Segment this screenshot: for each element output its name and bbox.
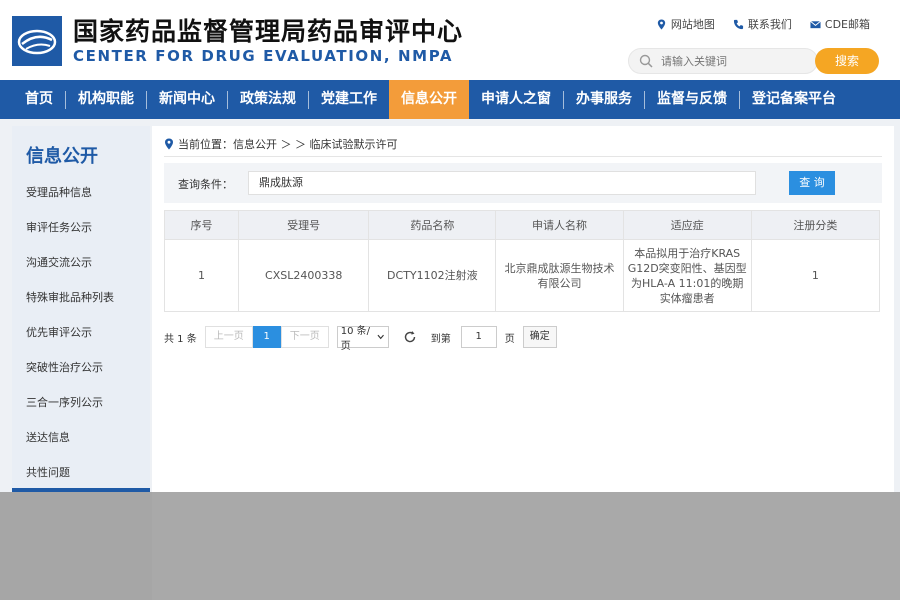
- sidebar-item-special-approval[interactable]: 特殊审批品种列表: [26, 289, 114, 305]
- search-input[interactable]: [661, 52, 811, 70]
- cell-drug-name: DCTY1102注射液: [368, 239, 497, 312]
- prev-page-button[interactable]: 上一页: [204, 326, 253, 348]
- nav-item-info-disclosure[interactable]: 信息公开: [389, 80, 469, 119]
- nav-item-services[interactable]: 办事服务: [564, 80, 644, 119]
- search-box: [628, 48, 818, 74]
- sitemap-link[interactable]: 网站地图: [656, 16, 715, 32]
- col-header-indication: 适应症: [622, 210, 752, 240]
- nav-item-home[interactable]: 首页: [0, 80, 65, 119]
- goto-label: 到第: [430, 333, 451, 345]
- col-header-drug-name: 药品名称: [368, 210, 497, 240]
- query-button[interactable]: 查 询: [789, 171, 835, 195]
- sidebar-item-delivery[interactable]: 送达信息: [26, 429, 70, 445]
- query-bar: 查询条件： 鼎成肽源 查 询: [164, 163, 882, 203]
- mail-icon: [810, 20, 821, 28]
- col-header-seq: 序号: [163, 210, 240, 240]
- chevron-down-icon: [377, 334, 385, 340]
- site-header: 国家药品监督管理局药品审评中心 CENTER FOR DRUG EVALUATI…: [0, 0, 900, 80]
- sidebar-item-review-tasks[interactable]: 审评任务公示: [26, 219, 92, 235]
- cell-seq: 1: [163, 239, 240, 312]
- table-row[interactable]: 1 CXSL2400338 DCTY1102注射液 北京鼎成肽源生物技术有限公司…: [163, 239, 881, 312]
- contact-link[interactable]: 联系我们: [733, 16, 792, 32]
- sidebar: 信息公开 受理品种信息 审评任务公示 沟通交流公示 特殊审批品种列表 优先审评公…: [12, 126, 150, 492]
- current-page-button[interactable]: 1: [252, 326, 281, 348]
- cell-applicant: 北京鼎成肽源生物技术有限公司: [495, 239, 624, 312]
- goto-confirm-button[interactable]: 确定: [522, 326, 557, 348]
- next-page-button[interactable]: 下一页: [280, 326, 329, 348]
- results-table: 序号 受理号 药品名称 申请人名称 适应症 注册分类 1 CXSL2400338…: [163, 210, 881, 312]
- breadcrumb-text: 当前位置：信息公开 ＞ ＞ 临床试验默示许可: [178, 138, 398, 151]
- site-title-en: CENTER FOR DRUG EVALUATION, NMPA: [73, 47, 454, 65]
- location-pin-icon: [657, 18, 666, 30]
- cde-mail-link[interactable]: CDE邮箱: [810, 16, 870, 32]
- page-label: 页: [504, 333, 515, 345]
- page-size-value: 10 条/页: [340, 326, 371, 352]
- pagination-total: 共 1 条: [164, 333, 197, 345]
- col-header-acceptance-no: 受理号: [238, 210, 370, 240]
- col-header-applicant: 申请人名称: [495, 210, 624, 240]
- breadcrumb-divider: [164, 156, 882, 157]
- breadcrumb: 当前位置：信息公开 ＞ ＞ 临床试验默示许可: [164, 136, 398, 152]
- cde-logo-icon[interactable]: [12, 16, 62, 66]
- nav-item-party[interactable]: 党建工作: [309, 80, 389, 119]
- search-button[interactable]: 搜索: [815, 48, 879, 74]
- sidebar-item-communication[interactable]: 沟通交流公示: [26, 254, 92, 270]
- pagination: 共 1 条 上一页 1 下一页 10 条/页 到第 1 页 确定: [164, 326, 557, 352]
- nav-item-policy[interactable]: 政策法规: [228, 80, 308, 119]
- sidebar-item-priority-review[interactable]: 优先审评公示: [26, 324, 92, 340]
- nav-item-registration[interactable]: 登记备案平台: [740, 80, 848, 119]
- sitemap-label: 网站地图: [670, 18, 715, 31]
- main-nav: 首页 机构职能 新闻中心 政策法规 党建工作 信息公开 申请人之窗 办事服务 监…: [0, 80, 900, 119]
- sidebar-item-accepted-varieties[interactable]: 受理品种信息: [26, 184, 92, 200]
- page-size-select[interactable]: 10 条/页: [336, 326, 389, 352]
- cell-category: 1: [750, 239, 881, 312]
- goto-page-input[interactable]: 1: [460, 326, 497, 348]
- nav-item-functions[interactable]: 机构职能: [66, 80, 146, 119]
- sidebar-item-common-issues[interactable]: 共性问题: [26, 464, 70, 480]
- cell-acceptance-no[interactable]: CXSL2400338: [238, 239, 370, 312]
- location-pin-icon: [165, 138, 173, 150]
- main-panel: 当前位置：信息公开 ＞ ＞ 临床试验默示许可 查询条件： 鼎成肽源 查 询 序号…: [152, 126, 894, 492]
- nav-item-supervision[interactable]: 监督与反馈: [645, 80, 739, 119]
- sidebar-title: 信息公开: [26, 146, 98, 167]
- nav-item-news[interactable]: 新闻中心: [147, 80, 227, 119]
- table-header-row: 序号 受理号 药品名称 申请人名称 适应症 注册分类: [163, 210, 881, 240]
- refresh-icon[interactable]: [403, 330, 417, 344]
- phone-icon: [733, 19, 743, 29]
- query-input[interactable]: 鼎成肽源: [248, 171, 756, 195]
- nav-item-applicant[interactable]: 申请人之窗: [469, 80, 563, 119]
- bottom-shade-right: [152, 492, 900, 600]
- site-title-cn: 国家药品监督管理局药品审评中心: [73, 17, 464, 46]
- sidebar-item-breakthrough[interactable]: 突破性治疗公示: [26, 359, 103, 375]
- top-links: 网站地图 联系我们 CDE邮箱: [656, 16, 870, 32]
- sidebar-item-three-in-one[interactable]: 三合一序列公示: [26, 394, 103, 410]
- cde-mail-label: CDE邮箱: [824, 18, 870, 31]
- col-header-category: 注册分类: [750, 210, 881, 240]
- query-label: 查询条件：: [178, 178, 233, 191]
- search-icon: [639, 54, 653, 68]
- contact-label: 联系我们: [747, 18, 792, 31]
- cell-indication: 本品拟用于治疗KRAS G12D突变阳性、基因型为HLA-A 11:01的晚期实…: [622, 239, 752, 312]
